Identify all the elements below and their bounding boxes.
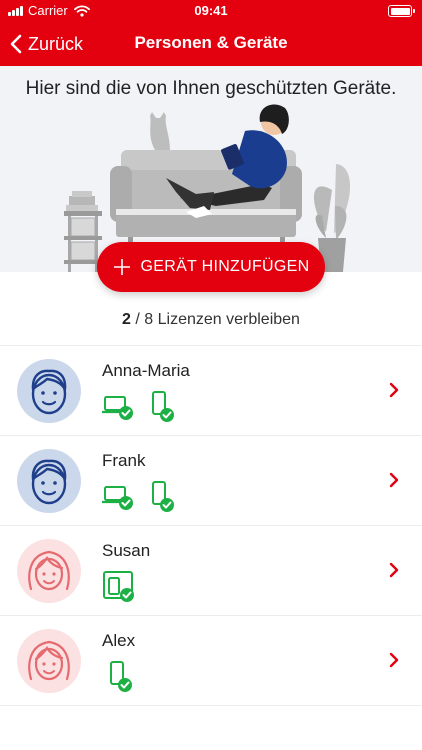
licenses-remaining: 2	[122, 311, 131, 328]
person-name: Frank	[102, 451, 146, 470]
phone-check-icon	[110, 661, 132, 692]
person-name: Susan	[102, 541, 151, 560]
chevron-right-icon	[389, 562, 399, 578]
male-avatar-icon	[17, 359, 81, 423]
laptop-check-icon	[102, 486, 133, 510]
plus-icon	[113, 259, 130, 275]
chevron-right-icon	[389, 652, 399, 668]
person-name: Alex	[102, 631, 136, 650]
hero-text: Hier sind die von Ihnen geschützten Gerä…	[25, 78, 397, 99]
female-avatar-icon	[17, 629, 81, 693]
person-row[interactable]: Alex	[0, 616, 422, 706]
person-name: Anna-Maria	[102, 361, 190, 380]
shelf-illustration	[64, 191, 102, 272]
cat-illustration	[150, 112, 170, 150]
add-device-label: GERÄT HINZUFÜGEN	[140, 258, 310, 275]
battery-icon	[388, 5, 415, 17]
person-row[interactable]: Anna-Maria	[0, 346, 422, 436]
people-list: Anna-Maria Frank Susan Alex	[0, 345, 422, 706]
laptop-check-icon	[102, 396, 133, 420]
person-row[interactable]: Frank	[0, 436, 422, 526]
licenses-info: 2 / 8 Lizenzen verbleiben	[0, 311, 422, 329]
chevron-right-icon	[389, 382, 399, 398]
licenses-text: / 8 Lizenzen verbleiben	[130, 311, 300, 328]
back-label: Zurück	[28, 33, 84, 54]
chevron-right-icon	[389, 472, 399, 488]
navigation-bar: Zurück Personen & Geräte	[0, 22, 422, 66]
female-avatar-icon	[17, 539, 81, 603]
chevron-left-icon	[10, 34, 22, 54]
back-button[interactable]: Zurück	[10, 30, 83, 58]
person-row[interactable]: Susan	[0, 526, 422, 616]
multi-device-check-icon	[103, 571, 134, 602]
add-device-button[interactable]: GERÄT HINZUFÜGEN	[97, 242, 325, 292]
male-avatar-icon	[17, 449, 81, 513]
status-time: 09:41	[194, 3, 228, 18]
phone-check-icon	[152, 391, 174, 422]
phone-check-icon	[152, 481, 174, 512]
status-bar: Carrier 09:41	[0, 0, 422, 22]
